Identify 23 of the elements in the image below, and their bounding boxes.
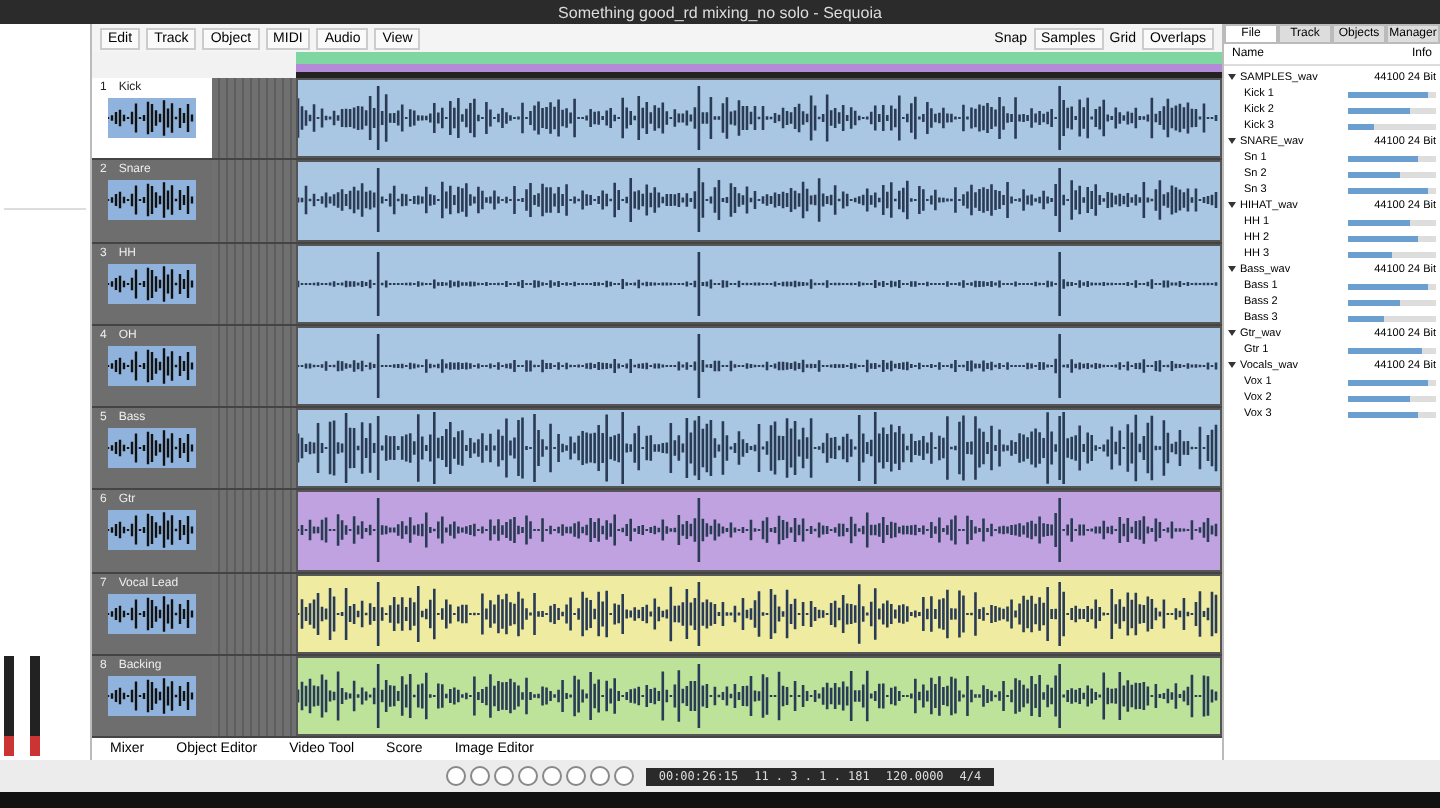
- waveform-thumbnail: [108, 263, 196, 303]
- window-title: Something good_rd mixing_no solo - Sequoia: [558, 3, 882, 21]
- waveform-thumbnail: [108, 593, 196, 633]
- transport-button-icon[interactable]: [614, 766, 635, 786]
- expand-triangle-icon[interactable]: [1228, 138, 1236, 145]
- transport-button-icon[interactable]: [590, 766, 611, 786]
- expand-triangle-icon[interactable]: [1228, 330, 1236, 337]
- waveform-thumbnail: [108, 180, 196, 221]
- transport-button-icon[interactable]: [494, 766, 515, 786]
- expand-triangle-icon[interactable]: [1228, 362, 1236, 369]
- waveform-thumbnail: [108, 428, 196, 468]
- transport-button-icon[interactable]: [566, 766, 587, 786]
- transport-button-icon[interactable]: [518, 766, 539, 786]
- waveform-thumbnail: [108, 345, 196, 386]
- transport-button-icon[interactable]: [470, 766, 491, 786]
- expand-triangle-icon[interactable]: [1228, 266, 1236, 273]
- expand-triangle-icon[interactable]: [1228, 74, 1236, 81]
- transport-button-icon[interactable]: [446, 766, 467, 786]
- transport-button-icon[interactable]: [542, 766, 563, 786]
- expand-triangle-icon[interactable]: [1228, 202, 1236, 209]
- waveform-thumbnail: [108, 675, 196, 716]
- waveform-thumbnail: [108, 510, 196, 551]
- waveform-thumbnail: [108, 98, 196, 138]
